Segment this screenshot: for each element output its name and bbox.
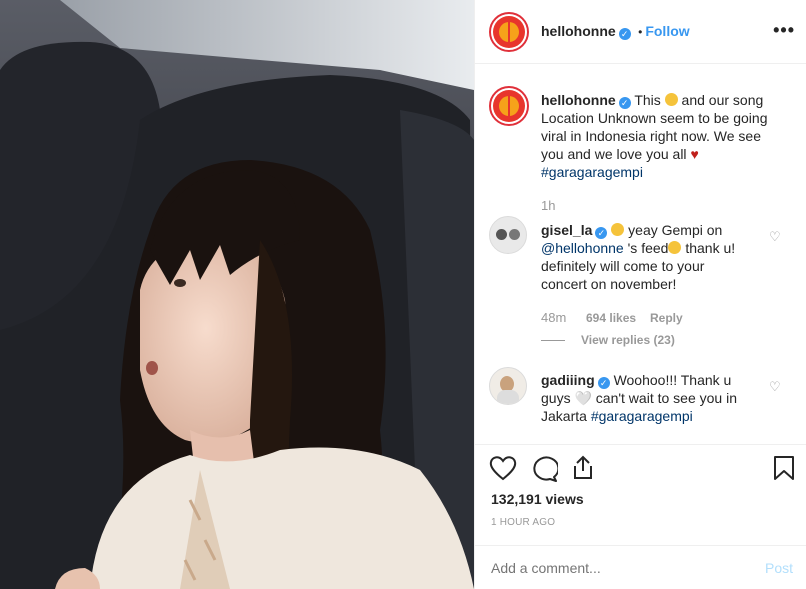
comment-likes[interactable]: 694 likes: [586, 311, 636, 325]
author-username[interactable]: hellohonne: [541, 23, 616, 39]
caption-username[interactable]: hellohonne: [541, 92, 616, 108]
save-icon[interactable]: [773, 455, 795, 486]
add-comment-input[interactable]: [491, 560, 731, 576]
comment-line3: Jakarta: [541, 408, 587, 424]
avatar-photo-detail: [496, 229, 507, 240]
post-side-panel: hellohonne ✓ • Follow ••• hellohonne ✓ This…: [474, 0, 806, 589]
comment-line4: concert on november!: [541, 276, 677, 292]
caption-text: hellohonne ✓ This and our song Location U…: [541, 91, 791, 181]
comment-line1: yeay Gempi on: [628, 222, 723, 238]
verified-badge-icon: ✓: [595, 227, 608, 239]
caption-line3: viral in Indonesia right now. We see: [541, 128, 761, 144]
replies-divider: [541, 340, 565, 341]
comment-username[interactable]: gisel_la: [541, 222, 592, 238]
comment-icon[interactable]: [530, 456, 560, 487]
post-header: hellohonne ✓ • Follow •••: [475, 0, 806, 64]
comments-list: hellohonne ✓ This and our song Location U…: [475, 64, 806, 445]
instagram-post-modal: hellohonne ✓ • Follow ••• hellohonne ✓ This…: [0, 0, 806, 589]
comment-like-icon[interactable]: ♡: [769, 229, 781, 244]
comment-line2b: thank u!: [685, 240, 736, 256]
caption-author-avatar[interactable]: [489, 86, 529, 126]
header-user-line: hellohonne ✓ • Follow: [541, 23, 690, 41]
more-options-icon[interactable]: •••: [773, 20, 795, 41]
brand-logo-icon: [493, 90, 525, 122]
post-timestamp[interactable]: 1 HOUR AGO: [491, 517, 555, 528]
smile-emoji-icon: [664, 93, 678, 106]
like-icon[interactable]: [489, 455, 517, 486]
comment-time[interactable]: 48m: [541, 310, 566, 325]
post-comment-button[interactable]: Post: [765, 560, 793, 576]
verified-badge-icon: ✓: [618, 28, 631, 40]
view-replies-button[interactable]: View replies (23): [581, 333, 675, 347]
commenter-avatar-gisel[interactable]: [489, 216, 527, 254]
caption-line1b: and our song: [681, 92, 764, 108]
verified-badge-icon: ✓: [618, 97, 631, 109]
wow-emoji-icon: [668, 241, 682, 254]
tongue-emoji-icon: [611, 223, 625, 236]
caption-hashtag[interactable]: #garagaragempi: [541, 164, 643, 180]
caption-line2: Location Unknown seem to be going: [541, 110, 768, 126]
follow-button[interactable]: Follow: [645, 23, 689, 39]
comment-text-gadiiing: gadiiing ✓ Woohoo!!! Thank u guys 🤍 can't…: [541, 371, 773, 425]
comment-mention[interactable]: @hellohonne: [541, 240, 624, 256]
video-frame-image: [0, 0, 474, 589]
comment-line3: definitely will come to your: [541, 258, 705, 274]
brand-logo-icon: [493, 16, 525, 48]
verified-badge-icon: ✓: [597, 377, 610, 389]
commenter-avatar-gadiiing[interactable]: [489, 367, 527, 405]
avatar-photo-detail: [497, 390, 519, 404]
post-video[interactable]: [0, 0, 474, 589]
comment-reply-button[interactable]: Reply: [650, 311, 683, 325]
comment-text-gisel: gisel_la ✓ yeay Gempi on @hellohonne 's f…: [541, 221, 773, 293]
red-heart-icon: ♥: [690, 146, 699, 162]
author-avatar[interactable]: [489, 12, 529, 52]
caption-time[interactable]: 1h: [541, 198, 555, 213]
comment-line1: Woohoo!!! Thank u: [613, 372, 732, 388]
view-count[interactable]: 132,191 views: [491, 491, 584, 507]
add-comment-bar: Post: [475, 545, 806, 589]
avatar-photo-detail: [509, 229, 520, 240]
comment-line2: guys 🤍 can't wait to see you in: [541, 390, 737, 406]
comment-username[interactable]: gadiiing: [541, 372, 595, 388]
separator-dot: •: [638, 25, 643, 39]
comment-line2: 's feed: [627, 240, 669, 256]
caption-line1a: This: [634, 92, 661, 108]
share-icon[interactable]: [570, 454, 596, 485]
comment-like-icon[interactable]: ♡: [769, 379, 781, 394]
post-actions: 132,191 views 1 HOUR AGO: [475, 445, 806, 545]
comment-hashtag[interactable]: #garagaragempi: [591, 408, 693, 424]
caption-line4: you and we love you all: [541, 146, 687, 162]
